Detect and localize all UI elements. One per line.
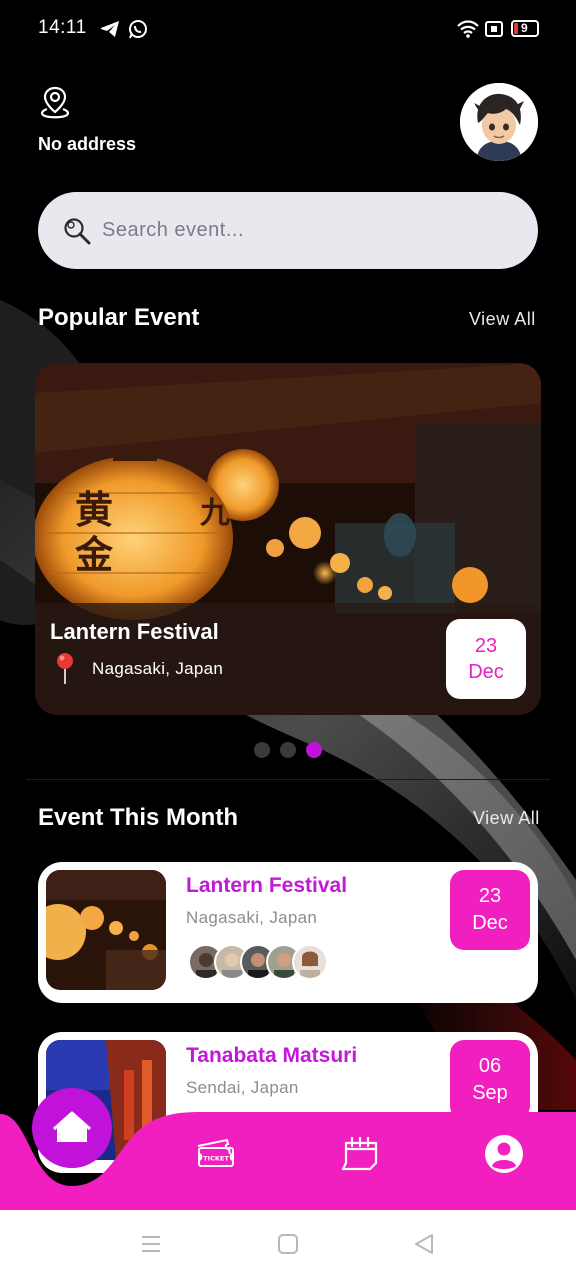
popular-event-title: Lantern Festival	[50, 619, 219, 644]
current-address[interactable]: No address	[38, 134, 136, 155]
carousel-dot[interactable]	[280, 742, 296, 758]
ticket-icon-text: TICKET	[203, 1155, 229, 1163]
back-icon[interactable]	[413, 1233, 435, 1255]
popular-section-title: Popular Event	[38, 304, 200, 331]
search-input[interactable]	[102, 192, 502, 269]
event-card[interactable]: Lantern Festival Nagasaki, Japan 23 Dec	[38, 862, 538, 1003]
event-day: 06	[478, 1055, 502, 1077]
event-title: Tanabata Matsuri	[186, 1044, 358, 1067]
screen-record-icon	[485, 21, 503, 37]
event-image	[46, 870, 166, 990]
event-title: Lantern Festival	[186, 874, 348, 897]
nav-ticket-icon[interactable]: TICKET	[195, 1136, 237, 1170]
nav-calendar-icon[interactable]	[340, 1135, 382, 1173]
popular-event-location: Nagasaki, Japan	[92, 659, 224, 678]
menu-icon[interactable]	[140, 1233, 162, 1255]
event-date: 23 Dec	[450, 870, 530, 950]
section-divider	[26, 779, 550, 780]
battery-icon: 9	[511, 20, 539, 37]
location-pin-icon[interactable]	[38, 85, 72, 121]
svg-text:九: 九	[200, 496, 230, 531]
search-bar[interactable]	[38, 192, 538, 269]
carousel-dot[interactable]	[254, 742, 270, 758]
popular-event-date: 23 Dec	[446, 619, 526, 699]
popular-event-day: 23	[474, 635, 498, 657]
home-square-icon[interactable]	[277, 1233, 299, 1255]
event-month: Dec	[472, 912, 508, 934]
avatar[interactable]	[460, 83, 538, 161]
battery-level: 9	[521, 21, 528, 35]
popular-view-all-link[interactable]: View All	[469, 309, 536, 330]
event-location: Sendai, Japan	[186, 1078, 299, 1097]
nav-profile-icon[interactable]	[484, 1134, 524, 1174]
search-icon	[64, 218, 91, 245]
popular-event-card[interactable]: 黄 金 九 Lantern Festival Nagasaki, Japan 2…	[35, 363, 541, 715]
event-location: Nagasaki, Japan	[186, 908, 318, 927]
svg-text:黄: 黄	[75, 488, 113, 532]
wifi-icon	[457, 20, 479, 38]
whatsapp-icon	[129, 20, 147, 39]
attendee-avatar	[292, 944, 328, 980]
home-icon	[53, 1111, 91, 1142]
map-pin-icon	[57, 653, 73, 684]
status-time: 14:11	[38, 17, 87, 38]
system-navigation-bar	[0, 1210, 576, 1280]
avatar-illustration	[460, 83, 538, 161]
event-thumbnail	[46, 870, 166, 990]
month-view-all-link[interactable]: View All	[473, 808, 540, 829]
carousel-dot-active[interactable]	[306, 742, 322, 758]
telegram-icon	[101, 21, 119, 37]
month-section-title: Event This Month	[38, 804, 238, 831]
nav-home-button[interactable]	[32, 1088, 112, 1168]
popular-event-month: Dec	[468, 661, 504, 683]
svg-text:金: 金	[74, 533, 114, 577]
event-day: 23	[478, 885, 502, 907]
status-bar: 14:11 9	[0, 0, 576, 58]
